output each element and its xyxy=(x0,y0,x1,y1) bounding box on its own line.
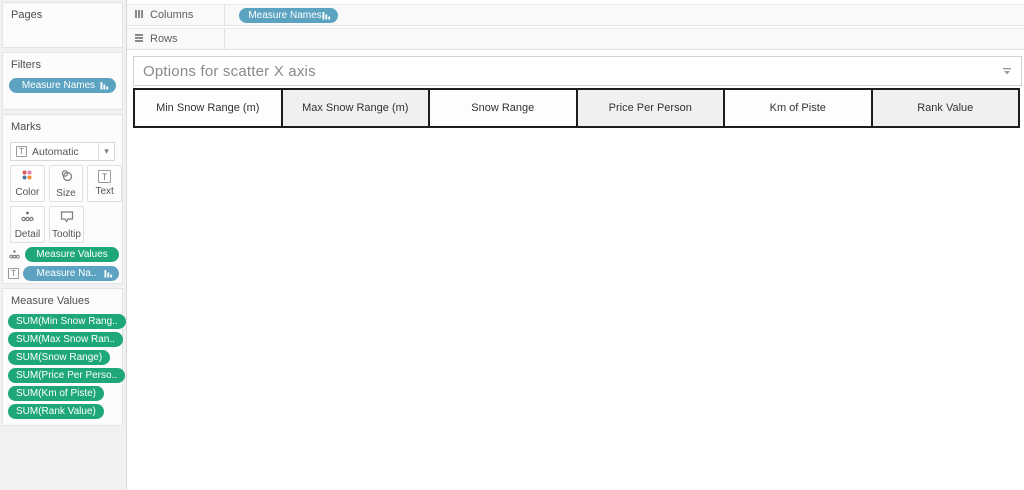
marks-pill-measure-values[interactable]: Measure Values xyxy=(25,247,119,262)
text-button-label: Text xyxy=(95,186,114,197)
measure-pill[interactable]: SUM(Rank Value) xyxy=(8,404,104,419)
marks-pill-measure-names[interactable]: Measure Na.. xyxy=(23,266,119,281)
size-button-label: Size xyxy=(56,187,76,199)
column-header[interactable]: Rank Value xyxy=(872,90,1018,126)
tooltip-button-label: Tooltip xyxy=(52,228,81,240)
tooltip-icon xyxy=(60,210,74,226)
filter-pill-measure-names[interactable]: Measure Names xyxy=(9,78,116,93)
column-header-label: Price Per Person xyxy=(608,102,692,114)
text-button[interactable]: Text xyxy=(87,165,123,202)
detail-button-label: Detail xyxy=(14,228,41,240)
measure-pill[interactable]: SUM(Snow Range) xyxy=(8,350,111,365)
measure-pill[interactable]: SUM(Min Snow Rang.. xyxy=(8,314,126,329)
measure-pill[interactable]: SUM(Price Per Perso.. xyxy=(8,368,126,383)
pages-shelf[interactable]: Pages xyxy=(2,2,123,48)
marks-title: Marks xyxy=(11,121,41,133)
measure-pill[interactable]: SUM(Km of Piste) xyxy=(8,386,105,401)
measure-values-title: Measure Values xyxy=(11,295,90,307)
measure-values-card: Measure Values SUM(Min Snow Rang.. SUM(M… xyxy=(2,288,126,426)
measure-names-header-row: Min Snow Range (m) Max Snow Range (m) Sn… xyxy=(133,88,1020,128)
color-button[interactable]: Color xyxy=(10,165,45,202)
column-header[interactable]: Km of Piste xyxy=(725,90,873,126)
pages-title: Pages xyxy=(11,9,43,21)
columns-label-text: Columns xyxy=(150,9,194,21)
text-mark-icon xyxy=(16,146,27,157)
column-header[interactable]: Max Snow Range (m) xyxy=(282,90,430,126)
detail-button[interactable]: Detail xyxy=(10,206,45,243)
mark-type-value: Automatic xyxy=(32,145,79,158)
column-header[interactable]: Min Snow Range (m) xyxy=(135,90,283,126)
columns-shelf[interactable]: Columns Measure Names xyxy=(127,4,1024,26)
filters-title: Filters xyxy=(11,59,41,71)
pill-label: SUM(Snow Range) xyxy=(16,352,103,363)
column-header-label: Min Snow Range (m) xyxy=(156,102,260,114)
measure-pill[interactable]: SUM(Max Snow Ran.. xyxy=(8,332,123,347)
pill-label: Measure Na.. xyxy=(36,268,97,279)
column-header[interactable]: Snow Range xyxy=(430,90,578,126)
pill-label: SUM(Rank Value) xyxy=(16,406,96,417)
columns-pill-measure-names[interactable]: Measure Names xyxy=(239,8,338,23)
parameter-title: Options for scatter X axis xyxy=(143,62,316,80)
sort-icon xyxy=(104,269,113,278)
sort-icon xyxy=(322,11,331,20)
detail-icon xyxy=(8,249,21,260)
mark-type-dropdown[interactable]: Automatic xyxy=(10,142,115,161)
rows-shelf-label: Rows xyxy=(127,29,225,49)
column-header[interactable]: Price Per Person xyxy=(577,90,725,126)
sidebar: Pages Filters Measure Names Marks Automa… xyxy=(0,0,127,490)
size-icon xyxy=(60,169,73,185)
columns-shelf-label: Columns xyxy=(127,5,225,25)
marks-buttons-row-2: Detail Tooltip xyxy=(10,206,122,243)
columns-icon xyxy=(134,9,144,22)
column-header-label: Km of Piste xyxy=(769,102,826,114)
tableau-workspace: Pages Filters Measure Names Marks Automa… xyxy=(0,0,1024,490)
column-header-label: Rank Value xyxy=(917,102,974,114)
chevron-down-icon[interactable] xyxy=(98,143,114,160)
text-icon xyxy=(98,170,112,183)
sort-icon xyxy=(100,81,109,90)
parameter-dropdown-icon[interactable] xyxy=(1001,67,1013,75)
filters-shelf[interactable]: Filters Measure Names xyxy=(2,52,123,110)
column-header-label: Max Snow Range (m) xyxy=(302,102,409,114)
marks-pill-row-measure-values: Measure Values xyxy=(8,247,119,262)
rows-label-text: Rows xyxy=(150,33,178,45)
rows-shelf[interactable]: Rows xyxy=(127,28,1024,50)
pill-label: SUM(Max Snow Ran.. xyxy=(16,334,115,345)
column-header-label: Snow Range xyxy=(471,102,535,114)
pill-label: SUM(Km of Piste) xyxy=(16,388,97,399)
detail-icon xyxy=(21,210,34,226)
marks-buttons-row-1: Color Size Text xyxy=(10,165,123,202)
pill-label: Measure Names xyxy=(21,80,96,91)
marks-pill-row-measure-names: Measure Na.. xyxy=(8,266,119,281)
text-mark-icon xyxy=(8,268,19,279)
rows-icon xyxy=(134,33,144,46)
pill-label: SUM(Min Snow Rang.. xyxy=(16,316,118,327)
parameter-control[interactable]: Options for scatter X axis xyxy=(133,56,1022,86)
pill-label: SUM(Price Per Perso.. xyxy=(16,370,118,381)
size-button[interactable]: Size xyxy=(48,165,84,202)
pill-label: Measure Values xyxy=(36,249,108,260)
marks-card: Marks Automatic Color Size xyxy=(2,114,123,284)
color-button-label: Color xyxy=(15,187,40,198)
color-icon xyxy=(21,169,33,184)
tooltip-button[interactable]: Tooltip xyxy=(49,206,84,243)
pill-label: Measure Names xyxy=(248,10,322,21)
